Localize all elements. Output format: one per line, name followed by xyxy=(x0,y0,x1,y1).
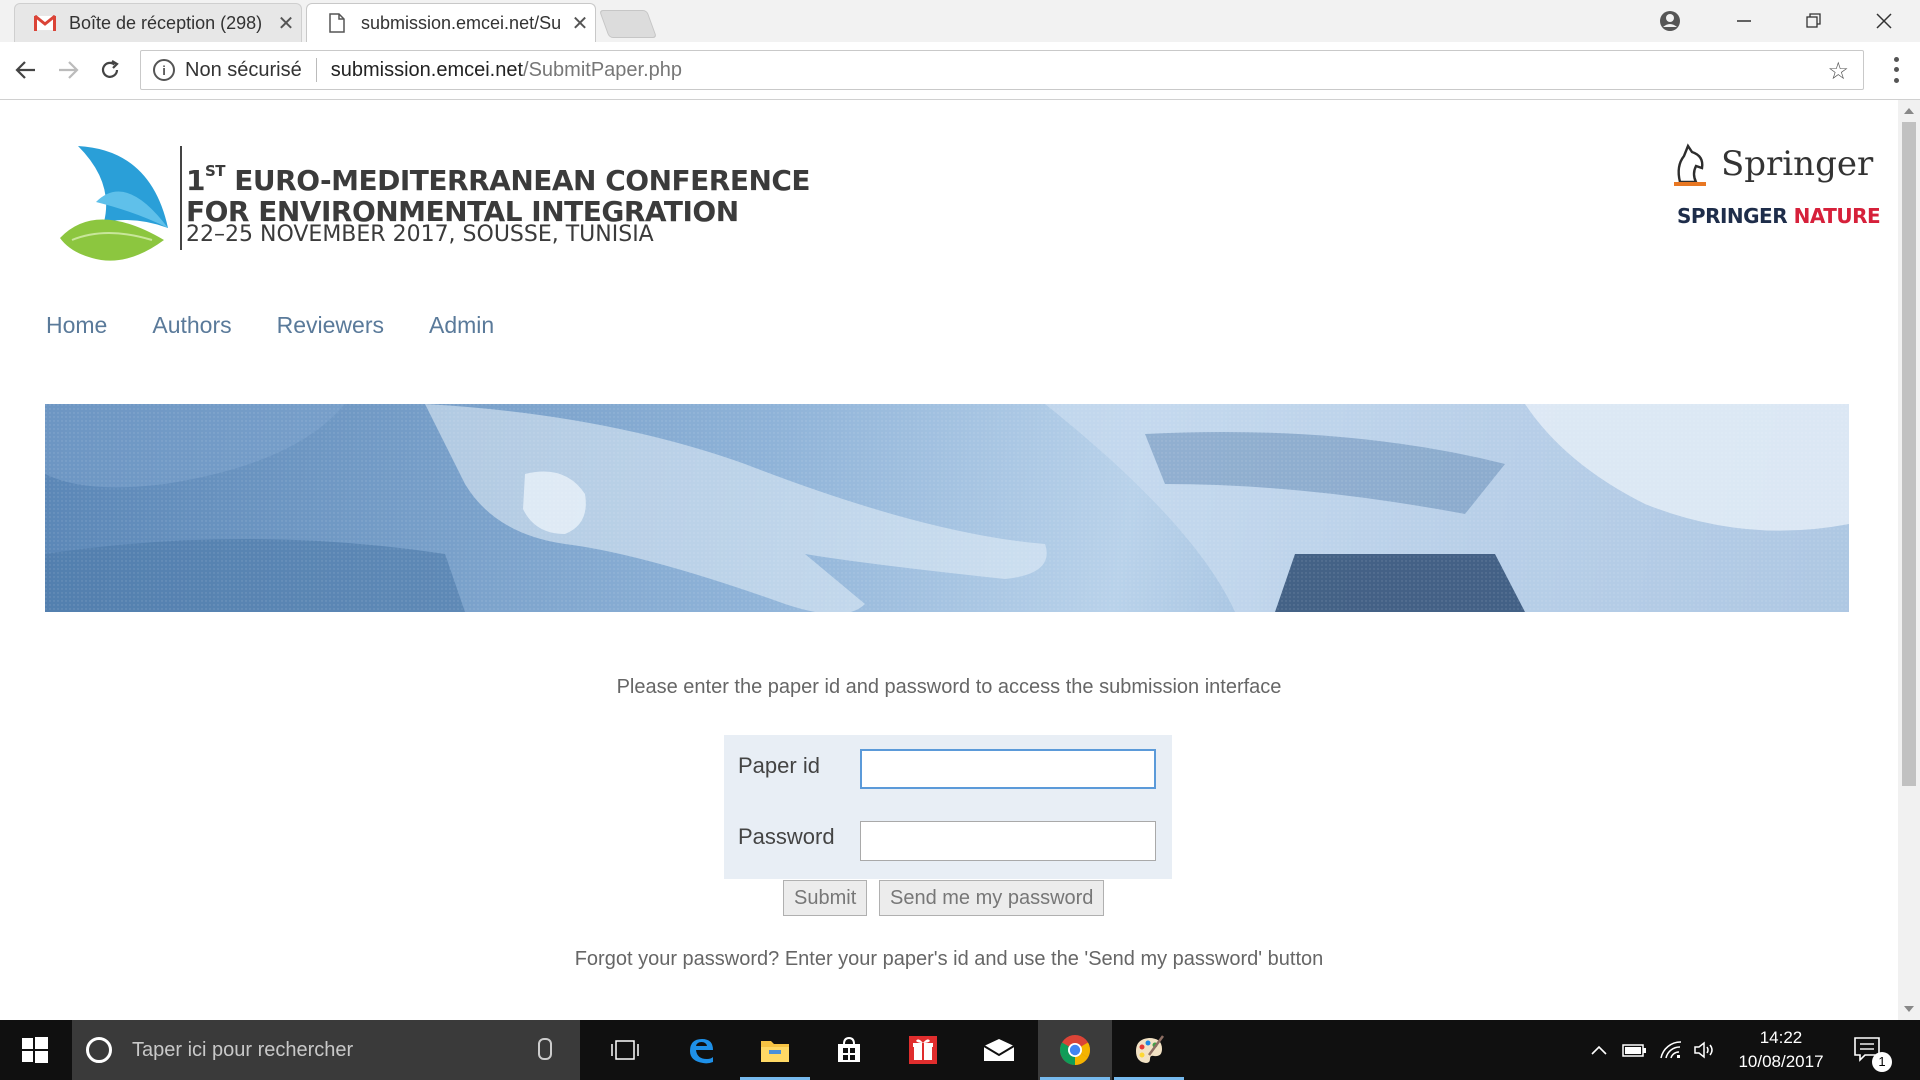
submit-button[interactable]: Submit xyxy=(783,880,868,916)
forgot-password-text: Forgot your password? Enter your paper's… xyxy=(574,948,1324,970)
tab-gmail[interactable]: Boîte de réception (298) ✕ xyxy=(14,3,302,42)
springer-nature-wordmark: SPRINGER NATURE xyxy=(1677,204,1881,228)
new-tab-button[interactable] xyxy=(598,10,658,38)
search-placeholder: Taper ici pour rechercher xyxy=(132,1038,354,1061)
scroll-up-icon[interactable] xyxy=(1904,108,1914,114)
minimize-icon[interactable] xyxy=(1710,0,1778,42)
conference-date: 22–25 NOVEMBER 2017, SOUSSE, TUNISIA xyxy=(186,222,654,247)
scroll-down-icon[interactable] xyxy=(1904,1006,1914,1012)
paper-id-input[interactable] xyxy=(860,749,1156,789)
profile-icon[interactable] xyxy=(1636,0,1704,42)
address-bar[interactable]: i Non sécurisé submission.emcei.net /Sub… xyxy=(140,50,1864,90)
web-page: 1ST EURO-MEDITERRANEAN CONFERENCE FOR EN… xyxy=(0,100,1898,1020)
info-icon[interactable]: i xyxy=(153,59,175,81)
close-tab-icon[interactable]: ✕ xyxy=(271,11,301,36)
reload-icon[interactable] xyxy=(92,52,128,88)
volume-icon[interactable] xyxy=(1690,1020,1720,1080)
conference-title: 1ST EURO-MEDITERRANEAN CONFERENCE FOR EN… xyxy=(186,156,811,227)
tab-submission[interactable]: submission.emcei.net/Su ✕ xyxy=(306,3,596,42)
logo-divider xyxy=(180,146,182,250)
nav-admin[interactable]: Admin xyxy=(429,312,494,339)
hero-image xyxy=(45,404,1849,612)
password-input[interactable] xyxy=(860,821,1156,861)
login-form: Paper id Password xyxy=(724,735,1172,879)
taskbar-search[interactable]: Taper ici pour rechercher xyxy=(72,1020,580,1080)
close-window-icon[interactable] xyxy=(1850,0,1918,42)
cortana-icon[interactable] xyxy=(86,1037,112,1063)
bookmark-star-icon[interactable]: ☆ xyxy=(1827,57,1849,86)
tray-chevron-icon[interactable] xyxy=(1586,1020,1612,1080)
title-line-1: EURO-MEDITERRANEAN CONFERENCE xyxy=(225,164,811,197)
intro-text: Please enter the paper id and password t… xyxy=(616,676,1282,698)
nav-home[interactable]: Home xyxy=(46,312,107,339)
hero-banner xyxy=(45,404,1849,612)
clock-time: 14:22 xyxy=(1759,1028,1803,1047)
store-icon[interactable] xyxy=(812,1020,886,1080)
taskbar-clock[interactable]: 14:22 10/08/2017 xyxy=(1726,1026,1836,1074)
battery-icon[interactable] xyxy=(1620,1020,1650,1080)
springer-nature-part-2: NATURE xyxy=(1793,204,1881,228)
nav-reviewers[interactable]: Reviewers xyxy=(277,312,384,339)
tab-strip: Boîte de réception (298) ✕ submission.em… xyxy=(0,0,1920,42)
forward-icon[interactable] xyxy=(50,52,86,88)
restore-icon[interactable] xyxy=(1780,0,1848,42)
back-icon[interactable] xyxy=(8,52,44,88)
scroll-thumb[interactable] xyxy=(1902,122,1916,786)
paper-id-row: Paper id xyxy=(724,735,1172,807)
file-explorer-icon[interactable] xyxy=(738,1020,812,1080)
windows-start-icon[interactable] xyxy=(0,1020,70,1080)
springer-nature-part-1: SPRINGER xyxy=(1677,204,1788,228)
password-row: Password xyxy=(724,807,1172,879)
gmail-icon xyxy=(33,15,57,31)
page-icon xyxy=(325,13,349,33)
springer-horse-icon xyxy=(1674,143,1706,186)
clock-date: 10/08/2017 xyxy=(1738,1052,1824,1071)
conference-logo xyxy=(60,146,168,261)
tab-title: submission.emcei.net/Su xyxy=(361,12,562,33)
mail-icon[interactable] xyxy=(962,1020,1036,1080)
task-view-icon[interactable] xyxy=(588,1020,662,1080)
url-host: submission.emcei.net xyxy=(330,58,524,81)
springer-wordmark: Springer xyxy=(1721,144,1874,184)
edge-icon[interactable] xyxy=(664,1020,738,1080)
browser-toolbar: i Non sécurisé submission.emcei.net /Sub… xyxy=(0,42,1920,100)
browser-menu-icon[interactable] xyxy=(1886,54,1906,86)
notification-badge: 1 xyxy=(1872,1052,1892,1072)
close-tab-icon[interactable]: ✕ xyxy=(565,11,595,36)
main-nav: Home Authors Reviewers Admin xyxy=(46,312,539,339)
microphone-icon[interactable] xyxy=(538,1038,552,1060)
title-num: 1 xyxy=(186,164,205,197)
address-divider xyxy=(315,58,317,82)
url-path: /SubmitPaper.php xyxy=(523,58,683,81)
windows-taskbar: Taper ici pour rechercher 14:22 10/08/20… xyxy=(0,1020,1920,1080)
paint-icon[interactable] xyxy=(1112,1020,1186,1080)
tab-title: Boîte de réception (298) xyxy=(69,12,263,33)
paper-id-label: Paper id xyxy=(738,753,820,778)
gift-app-icon[interactable] xyxy=(886,1020,960,1080)
security-label[interactable]: Non sécurisé xyxy=(185,59,302,82)
chrome-icon[interactable] xyxy=(1038,1020,1112,1080)
password-label: Password xyxy=(738,824,835,849)
nav-authors[interactable]: Authors xyxy=(152,312,231,339)
send-password-button[interactable]: Send me my password xyxy=(879,880,1105,916)
wifi-icon[interactable] xyxy=(1656,1020,1686,1080)
page-scrollbar[interactable] xyxy=(1898,100,1920,1020)
title-sup: ST xyxy=(204,162,226,180)
